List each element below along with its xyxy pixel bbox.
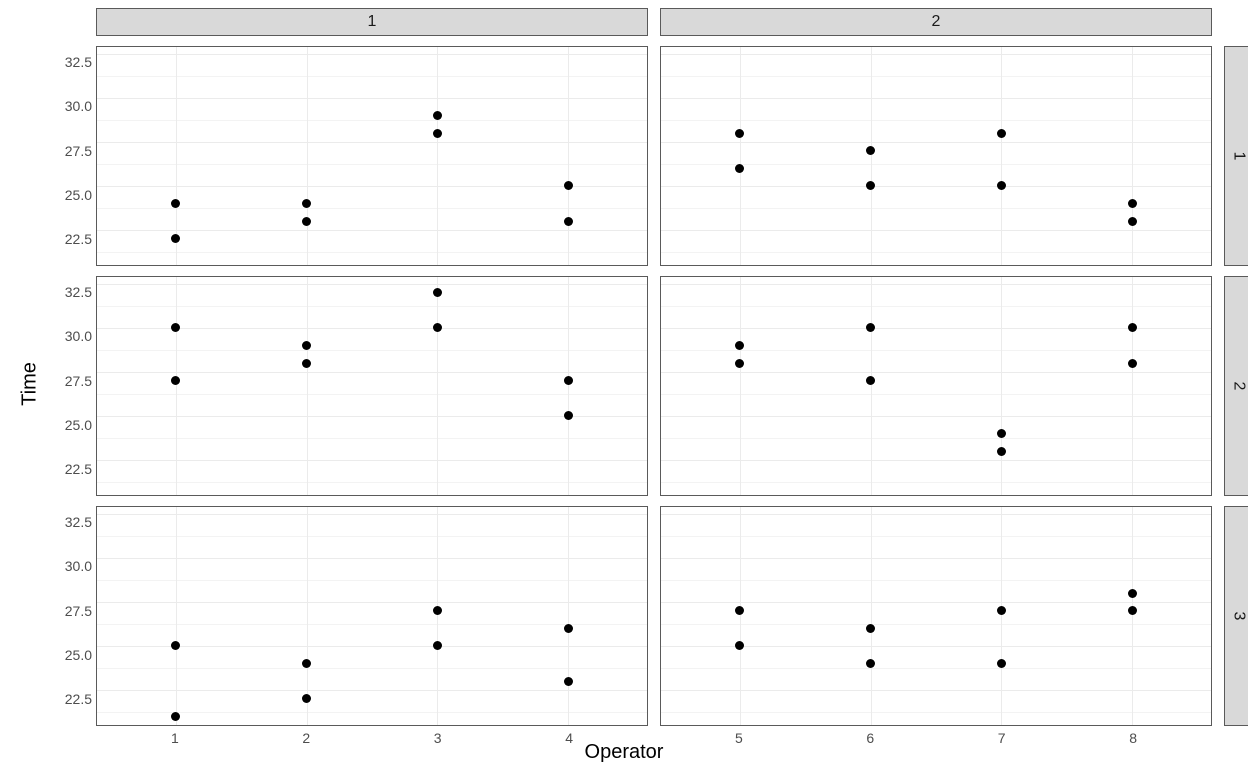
- data-point: [302, 199, 311, 208]
- y-tick-label: 32.5: [65, 514, 92, 530]
- facet-row-strip-2: 2: [1224, 276, 1248, 496]
- facet-col-strip-1: 1: [96, 8, 648, 36]
- data-point: [433, 288, 442, 297]
- data-point: [735, 641, 744, 650]
- data-point: [171, 234, 180, 243]
- x-tick-label: 8: [1129, 730, 1137, 746]
- y-tick-label: 22.5: [65, 691, 92, 707]
- y-tick-label: 22.5: [65, 231, 92, 247]
- data-point: [564, 624, 573, 633]
- data-point: [433, 323, 442, 332]
- y-tick-label: 25.0: [65, 647, 92, 663]
- data-point: [1128, 323, 1137, 332]
- data-point: [564, 217, 573, 226]
- data-point: [564, 181, 573, 190]
- data-point: [171, 199, 180, 208]
- facet-grid: 1 2 1 2 3: [96, 8, 1248, 726]
- data-point: [433, 641, 442, 650]
- data-point: [302, 217, 311, 226]
- data-point: [997, 447, 1006, 456]
- facet-panel-r3-c2: [660, 506, 1212, 726]
- x-tick-label: 3: [434, 730, 442, 746]
- data-point: [171, 376, 180, 385]
- facet-row-strip-3: 3: [1224, 506, 1248, 726]
- data-point: [997, 606, 1006, 615]
- x-tick-label: 1: [171, 730, 179, 746]
- facet-col-strip-label: 1: [368, 13, 377, 31]
- data-point: [433, 129, 442, 138]
- facet-panel-r2-c1: [96, 276, 648, 496]
- y-tick-label: 22.5: [65, 461, 92, 477]
- data-point: [866, 624, 875, 633]
- facet-row-strip-label: 1: [1229, 152, 1247, 161]
- facet-col-strip-label: 2: [932, 13, 941, 31]
- data-point: [433, 111, 442, 120]
- data-point: [866, 181, 875, 190]
- x-tick-label: 2: [302, 730, 310, 746]
- data-point: [1128, 589, 1137, 598]
- data-point: [997, 429, 1006, 438]
- facet-row-strip-label: 3: [1229, 612, 1247, 621]
- y-ticks-row-3: 22.5 25.0 27.5 30.0 32.5: [0, 506, 92, 726]
- data-point: [171, 712, 180, 721]
- data-point: [866, 323, 875, 332]
- facet-col-strip-2: 2: [660, 8, 1212, 36]
- y-tick-label: 30.0: [65, 558, 92, 574]
- facet-panel-r3-c1: [96, 506, 648, 726]
- y-tick-label: 25.0: [65, 417, 92, 433]
- data-point: [866, 376, 875, 385]
- x-tick-label: 7: [998, 730, 1006, 746]
- data-point: [735, 606, 744, 615]
- data-point: [302, 359, 311, 368]
- chart-stage: Time Operator 22.5 25.0 27.5 30.0 32.5 2…: [0, 0, 1248, 768]
- data-point: [735, 341, 744, 350]
- facet-row-strip-1: 1: [1224, 46, 1248, 266]
- facet-panel-r2-c2: [660, 276, 1212, 496]
- data-point: [735, 164, 744, 173]
- data-point: [564, 411, 573, 420]
- data-point: [1128, 217, 1137, 226]
- data-point: [997, 181, 1006, 190]
- data-point: [866, 659, 875, 668]
- x-ticks-col-2: 5 6 7 8: [660, 730, 1212, 750]
- y-tick-label: 30.0: [65, 328, 92, 344]
- x-ticks-col-1: 1 2 3 4: [96, 730, 648, 750]
- y-tick-label: 32.5: [65, 54, 92, 70]
- y-tick-label: 32.5: [65, 284, 92, 300]
- data-point: [866, 146, 875, 155]
- facet-row-strip-label: 2: [1229, 382, 1247, 391]
- facet-panel-r1-c2: [660, 46, 1212, 266]
- y-tick-label: 27.5: [65, 373, 92, 389]
- y-ticks-row-2: 22.5 25.0 27.5 30.0 32.5: [0, 276, 92, 496]
- data-point: [302, 694, 311, 703]
- data-point: [302, 659, 311, 668]
- data-point: [564, 376, 573, 385]
- data-point: [302, 341, 311, 350]
- data-point: [564, 677, 573, 686]
- data-point: [1128, 606, 1137, 615]
- y-ticks-row-1: 22.5 25.0 27.5 30.0 32.5: [0, 46, 92, 266]
- data-point: [171, 323, 180, 332]
- data-point: [1128, 199, 1137, 208]
- y-tick-label: 30.0: [65, 98, 92, 114]
- data-point: [171, 641, 180, 650]
- data-point: [997, 659, 1006, 668]
- y-tick-label: 25.0: [65, 187, 92, 203]
- data-point: [735, 129, 744, 138]
- y-tick-label: 27.5: [65, 603, 92, 619]
- x-tick-label: 6: [866, 730, 874, 746]
- data-point: [735, 359, 744, 368]
- data-point: [1128, 359, 1137, 368]
- facet-panel-r1-c1: [96, 46, 648, 266]
- y-tick-label: 27.5: [65, 143, 92, 159]
- data-point: [433, 606, 442, 615]
- data-point: [997, 129, 1006, 138]
- x-tick-label: 4: [565, 730, 573, 746]
- x-tick-label: 5: [735, 730, 743, 746]
